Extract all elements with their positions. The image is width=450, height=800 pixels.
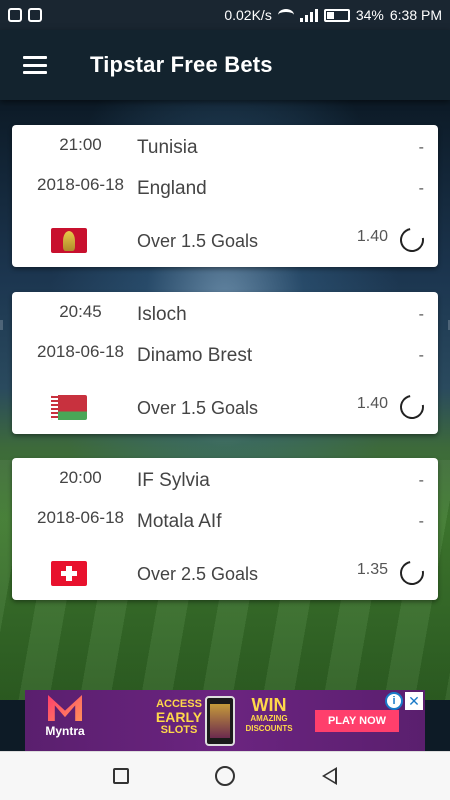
away-score: - bbox=[418, 180, 424, 197]
away-score: - bbox=[418, 347, 424, 364]
recent-apps-icon[interactable] bbox=[113, 768, 130, 784]
ad-close-icon[interactable]: ✕ bbox=[405, 692, 423, 710]
battery-icon bbox=[323, 8, 350, 22]
ad-win-text: WIN AMAZING DISCOUNTS bbox=[239, 696, 299, 734]
myntra-m-icon bbox=[48, 695, 82, 721]
away-team: England bbox=[137, 178, 207, 199]
clock: 6:38 PM bbox=[389, 7, 442, 23]
battery-percent: 34% bbox=[355, 7, 384, 23]
myntra-logo: Myntra bbox=[35, 695, 95, 747]
home-score: - bbox=[418, 139, 424, 156]
back-icon[interactable] bbox=[321, 767, 337, 785]
match-date: 2018-06-18 bbox=[37, 175, 124, 194]
app-bar: Tipstar Free Bets bbox=[0, 30, 450, 100]
ad-banner[interactable]: Myntra ACCESS EARLY SLOTS WIN AMAZING DI… bbox=[25, 690, 425, 751]
home-score: - bbox=[418, 472, 424, 489]
match-time: 20:45 bbox=[59, 302, 102, 321]
away-team: Motala AIf bbox=[137, 511, 222, 532]
cast-icon bbox=[28, 8, 42, 22]
ad-win-label: WIN bbox=[251, 695, 287, 715]
ad-brand: Myntra bbox=[45, 724, 85, 738]
loading-spinner-icon bbox=[395, 556, 429, 590]
match-date: 2018-06-18 bbox=[37, 508, 124, 527]
ad-headline: ACCESS EARLY SLOTS bbox=[155, 698, 203, 737]
bet-odds: 1.35 bbox=[356, 561, 388, 578]
away-score: - bbox=[418, 513, 424, 530]
ad-headline-line3: SLOTS bbox=[160, 724, 198, 736]
world-cup-flag-icon bbox=[51, 228, 87, 253]
match-card[interactable]: 20:45 2018-06-18 Isloch Dinamo Brest - -… bbox=[12, 292, 438, 434]
home-team: Tunisia bbox=[137, 137, 198, 158]
home-score: - bbox=[418, 306, 424, 323]
match-date: 2018-06-18 bbox=[37, 342, 124, 361]
network-speed: 0.02K/s bbox=[224, 7, 272, 23]
home-team: Isloch bbox=[137, 304, 187, 325]
home-team: IF Sylvia bbox=[137, 470, 210, 491]
system-nav-bar bbox=[0, 751, 450, 800]
bet-odds: 1.40 bbox=[356, 228, 388, 245]
loading-spinner-icon bbox=[395, 390, 429, 424]
ad-headline-line2: EARLY bbox=[155, 709, 203, 725]
hamburger-menu-icon[interactable] bbox=[23, 56, 47, 74]
match-time: 21:00 bbox=[59, 135, 102, 154]
ad-win-sub: AMAZING DISCOUNTS bbox=[245, 714, 293, 733]
match-card[interactable]: 21:00 2018-06-18 Tunisia England - - Ove… bbox=[12, 125, 438, 267]
switzerland-flag-icon bbox=[51, 561, 87, 586]
phone-image bbox=[205, 696, 235, 746]
play-now-button[interactable]: PLAY NOW bbox=[315, 710, 399, 732]
bet-odds: 1.40 bbox=[356, 395, 388, 412]
match-card[interactable]: 20:00 2018-06-18 IF Sylvia Motala AIf - … bbox=[12, 458, 438, 600]
bet-tip: Over 1.5 Goals bbox=[137, 398, 259, 418]
away-team: Dinamo Brest bbox=[137, 345, 253, 366]
shield-icon bbox=[8, 8, 22, 22]
signal-icon bbox=[299, 8, 318, 22]
bet-tip: Over 1.5 Goals bbox=[137, 231, 259, 251]
app-title: Tipstar Free Bets bbox=[90, 52, 273, 77]
bet-tip: Over 2.5 Goals bbox=[137, 564, 259, 584]
status-bar: 0.02K/s 34% 6:38 PM bbox=[0, 0, 450, 30]
home-icon[interactable] bbox=[215, 766, 236, 786]
wifi-icon bbox=[277, 9, 294, 21]
belarus-flag-icon bbox=[51, 395, 87, 420]
ad-info-icon[interactable]: i bbox=[385, 692, 403, 710]
loading-spinner-icon bbox=[395, 223, 429, 257]
match-time: 20:00 bbox=[59, 468, 102, 487]
